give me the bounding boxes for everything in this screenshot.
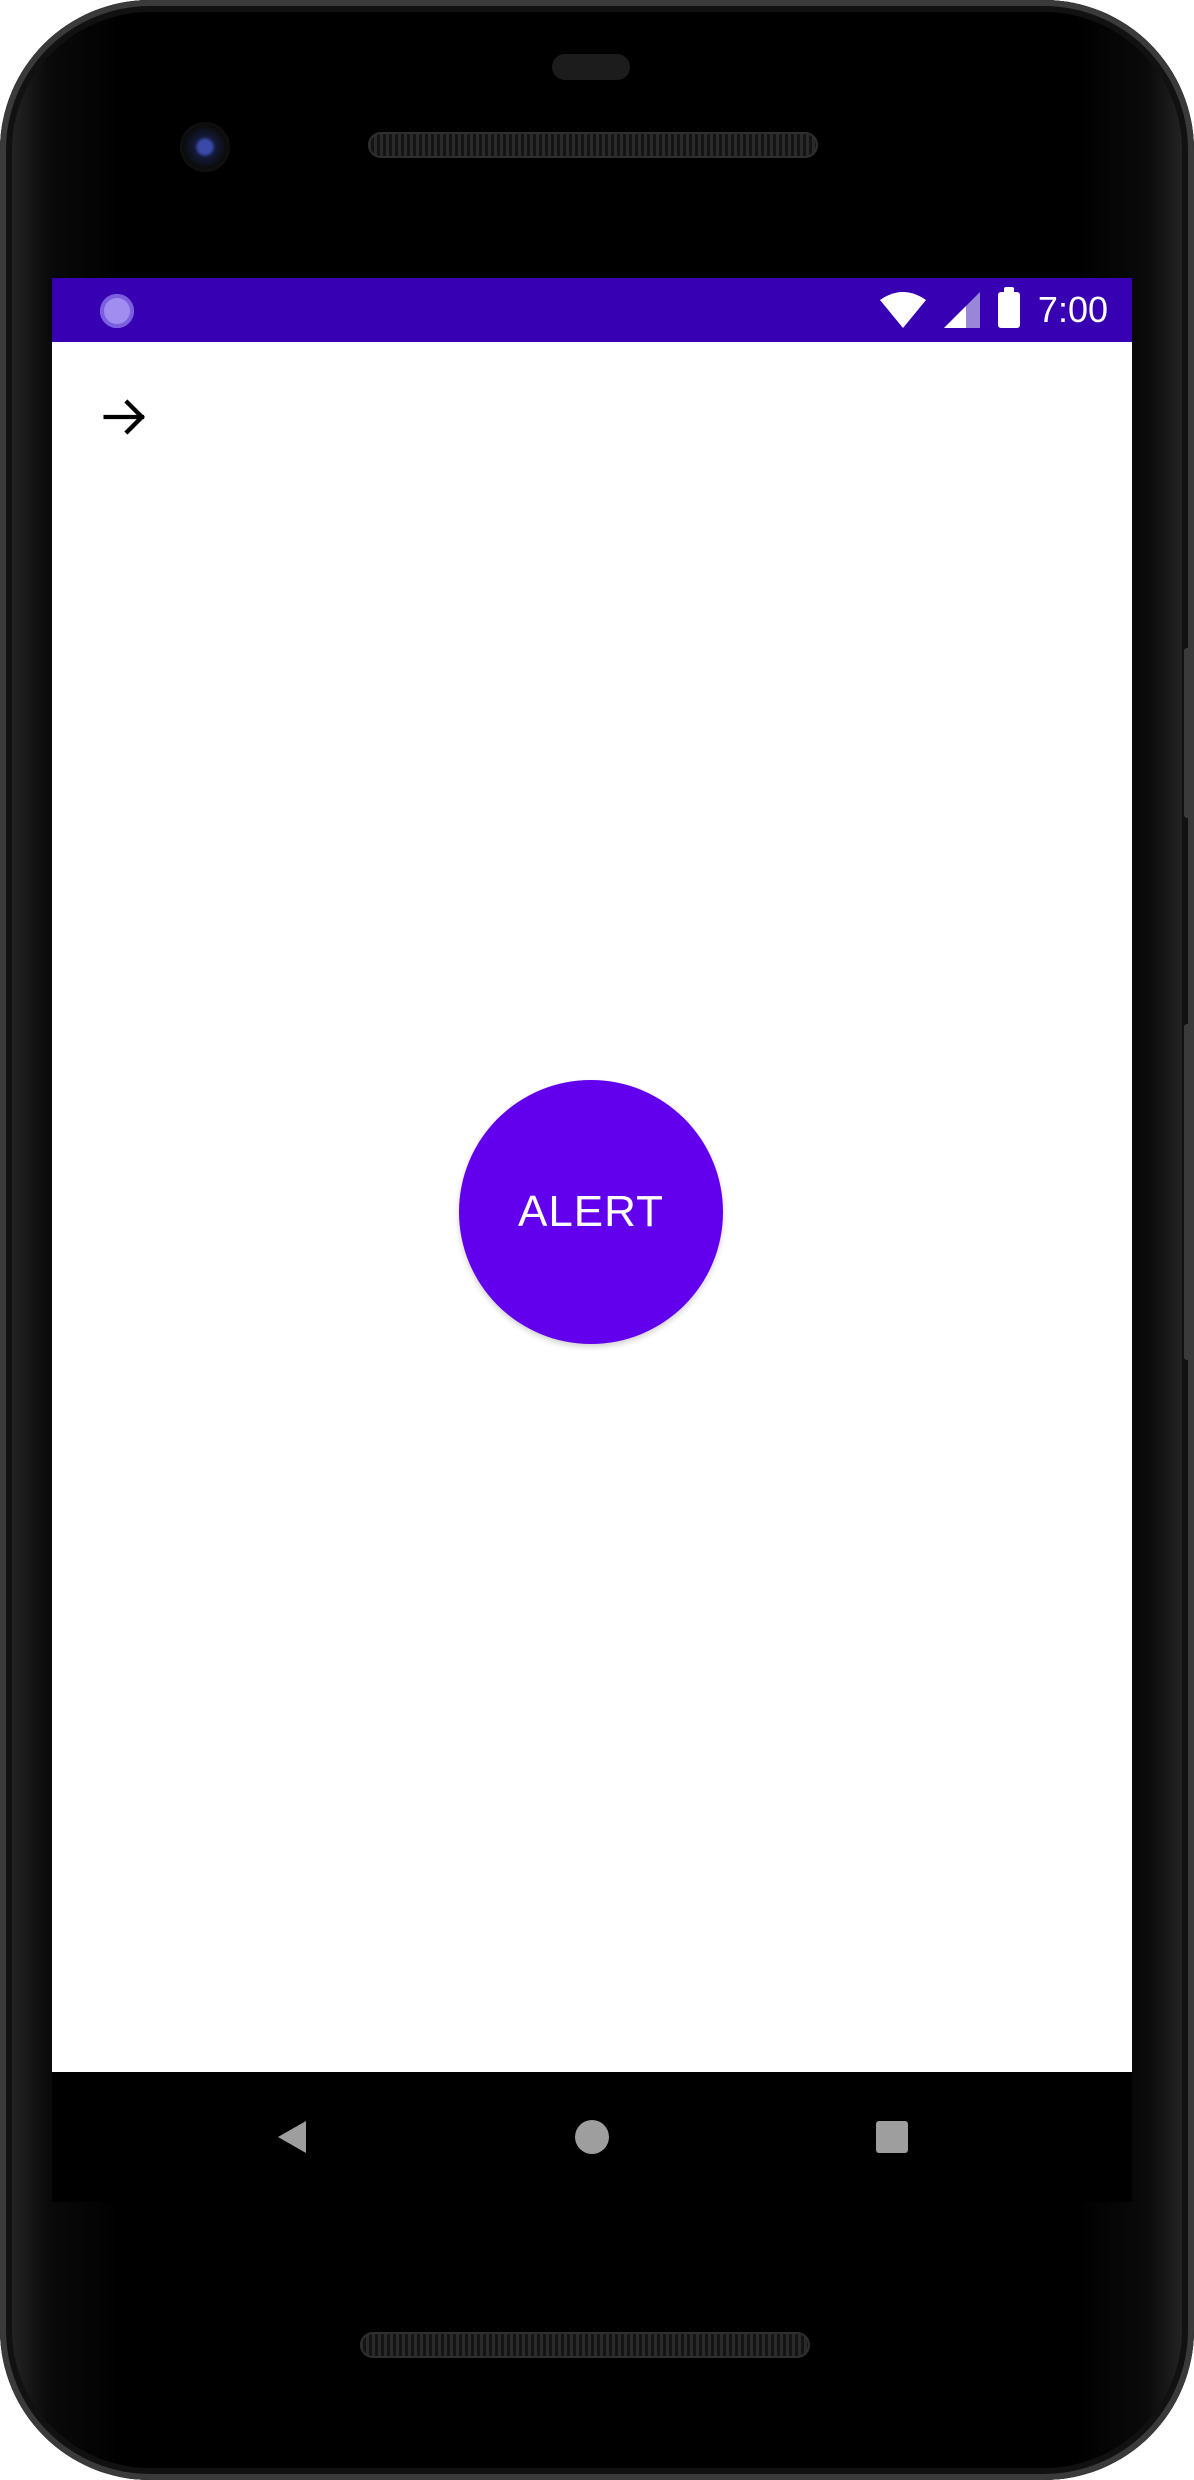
volume-button	[1184, 648, 1194, 818]
cell-signal-icon	[943, 292, 980, 328]
wifi-icon	[879, 292, 926, 328]
alert-button[interactable]: ALERT	[459, 1080, 723, 1344]
battery-icon	[997, 287, 1020, 328]
phone-frame: 7:00 ALERT	[0, 0, 1194, 2480]
top-speaker-grille	[368, 132, 818, 158]
app-notification-icon	[100, 294, 134, 328]
navigation-bar	[52, 2072, 1132, 2202]
arrow-forward-icon[interactable]	[96, 388, 154, 446]
recents-icon[interactable]	[862, 2107, 922, 2167]
back-icon[interactable]	[262, 2107, 322, 2167]
screen: 7:00 ALERT	[52, 278, 1132, 2072]
status-icons: 7:00	[879, 278, 1108, 342]
status-bar: 7:00	[52, 278, 1132, 342]
front-camera	[180, 122, 230, 172]
bottom-speaker-grille	[360, 2332, 810, 2358]
home-icon[interactable]	[562, 2107, 622, 2167]
power-button	[1184, 1024, 1194, 1360]
proximity-sensor	[552, 54, 630, 80]
content-area: ALERT	[52, 342, 1132, 2072]
status-time: 7:00	[1037, 289, 1108, 330]
